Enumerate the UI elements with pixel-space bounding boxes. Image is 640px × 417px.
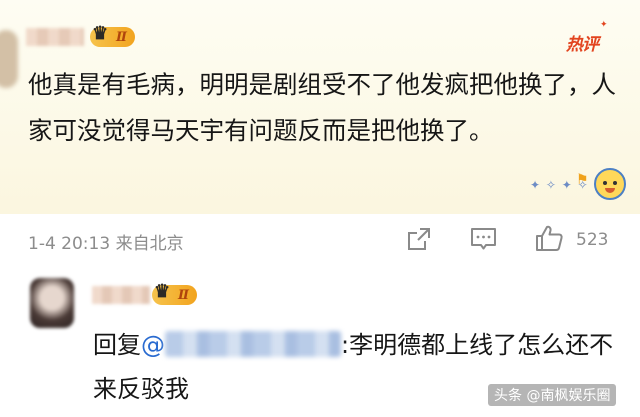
badge-level: Ⅱ — [178, 287, 189, 303]
flag-icon: ⚑ — [576, 172, 589, 188]
mention-link[interactable]: @ — [141, 331, 341, 359]
like-count: 523 — [576, 230, 609, 250]
username-blurred[interactable] — [26, 28, 84, 46]
username-blurred[interactable] — [92, 286, 150, 304]
hot-comment-card: ♛ Ⅱ 热评 ✦ 他真是有毛病，明明是剧组受不了他发疯把他换了，人家可没觉得马天… — [0, 0, 640, 214]
hot-comment-tag: 热评 ✦ — [566, 20, 607, 55]
reply-prefix: 回复 — [93, 331, 141, 359]
comment-time: 1-4 20:13 — [28, 234, 111, 254]
spark-icon: ✦ — [600, 20, 607, 30]
crown-icon: ♛ — [154, 281, 171, 302]
comment-icon[interactable] — [470, 227, 497, 251]
hot-comment-label: 热评 — [566, 35, 599, 55]
comment-text: 他真是有毛病，明明是剧组受不了他发疯把他换了，人家可没觉得马天宇有问题反而是把他… — [28, 70, 616, 145]
user-level-badge: ♛ Ⅱ — [152, 281, 197, 305]
comment-meta: 1-4 20:13 来自北京 — [28, 229, 184, 254]
crown-icon: ♛ — [92, 23, 109, 44]
like-icon[interactable] — [534, 223, 564, 253]
mention-username-blurred — [165, 331, 341, 357]
avatar[interactable] — [30, 278, 74, 328]
decoration-sticker: ✦ ✧ ✦ ✧ ⚑ — [530, 164, 636, 204]
emoji-face-icon — [594, 168, 626, 200]
watermark: 头条 @南枫娱乐圈 — [488, 384, 617, 406]
user-level-badge: ♛ Ⅱ — [90, 23, 135, 47]
badge-level: Ⅱ — [116, 29, 127, 45]
comment-location: 来自北京 — [115, 234, 184, 254]
mention-at: @ — [141, 331, 165, 359]
share-icon[interactable] — [406, 226, 432, 252]
avatar[interactable] — [0, 30, 18, 88]
